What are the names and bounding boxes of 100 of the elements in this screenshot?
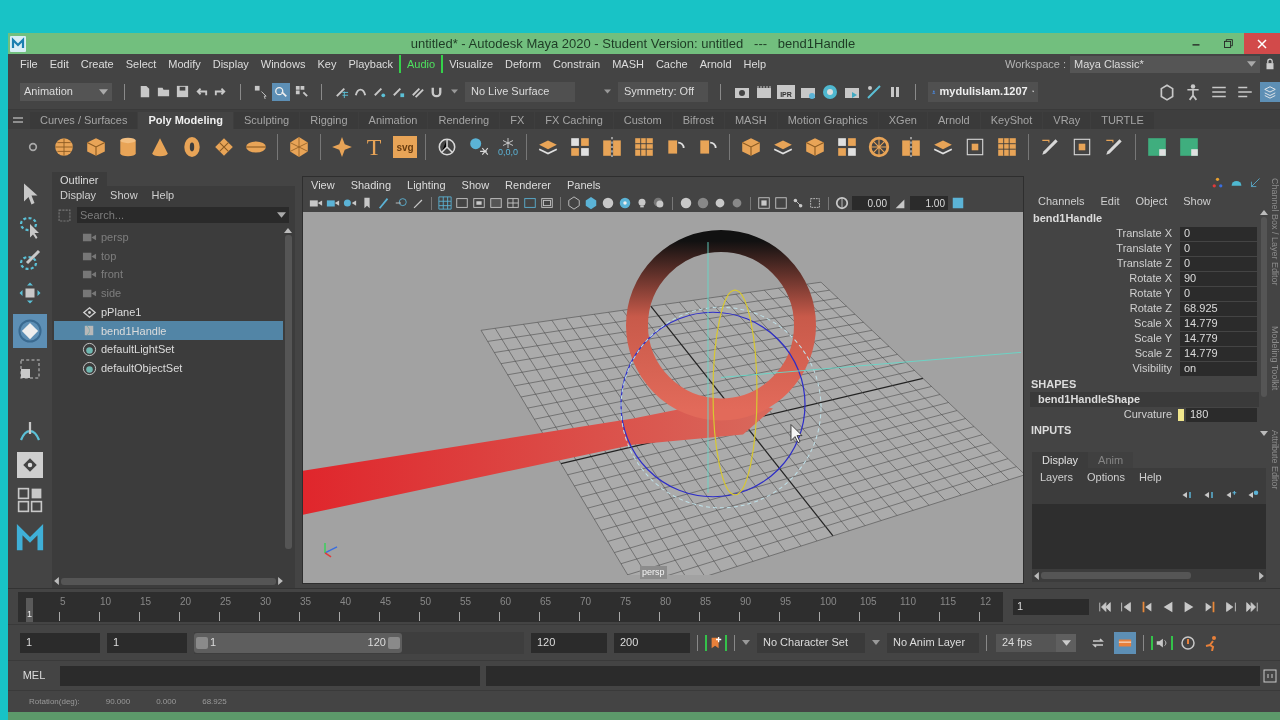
menu-item[interactable]: Visualize bbox=[443, 54, 499, 74]
search-field[interactable]: Search... bbox=[77, 207, 289, 223]
channel-value-field[interactable]: 14.779 bbox=[1180, 346, 1257, 361]
step-back-icon[interactable] bbox=[1118, 599, 1134, 614]
ambient-occlusion-icon[interactable] bbox=[679, 196, 693, 210]
xray-joints-icon[interactable] bbox=[791, 196, 805, 210]
uv-editor-icon[interactable] bbox=[1146, 136, 1169, 158]
grid-icon[interactable] bbox=[996, 136, 1019, 158]
cylinder-icon[interactable] bbox=[117, 136, 139, 158]
shadows-icon[interactable] bbox=[652, 196, 666, 210]
playback-end-field[interactable]: 120 bbox=[531, 632, 607, 653]
save-icon[interactable] bbox=[175, 84, 190, 99]
xray-icon[interactable] bbox=[774, 196, 788, 210]
shelf-tab[interactable]: TURTLE bbox=[1091, 112, 1154, 129]
menu-item[interactable]: File bbox=[14, 54, 44, 74]
type-tool-button[interactable]: T bbox=[361, 134, 387, 160]
channel-value-field[interactable]: 14.779 bbox=[1180, 316, 1257, 331]
gizmo-icon[interactable] bbox=[436, 136, 458, 158]
playback-start-field[interactable]: 1 bbox=[107, 632, 187, 653]
shelf-tab[interactable]: XGen bbox=[878, 112, 927, 129]
exposure-icon[interactable] bbox=[835, 196, 849, 210]
expand-icon[interactable] bbox=[1249, 175, 1262, 189]
wireframe-icon[interactable] bbox=[567, 196, 581, 210]
menu-item[interactable]: Channels bbox=[1038, 192, 1085, 210]
shelf-settings-icon[interactable] bbox=[28, 142, 38, 152]
channel-value-field[interactable]: 0 bbox=[1180, 241, 1257, 256]
channel-value-field[interactable]: 90 bbox=[1180, 271, 1257, 286]
dropdown-arrow-icon[interactable] bbox=[604, 89, 611, 94]
origin-label[interactable]: 0,0,0 bbox=[498, 147, 519, 157]
move-layer-down-icon[interactable] bbox=[1202, 489, 1216, 501]
dropdown-arrow-icon[interactable] bbox=[277, 212, 286, 218]
menu-item[interactable]: Windows bbox=[254, 54, 312, 74]
menu-item[interactable]: Create bbox=[74, 54, 120, 74]
panel-tab[interactable]: Outliner bbox=[52, 172, 107, 186]
gate-mask-icon[interactable] bbox=[489, 196, 503, 210]
gamma-field[interactable]: 1.00 bbox=[910, 196, 948, 210]
menu-item[interactable]: Help bbox=[737, 54, 773, 74]
node-graph-icon[interactable] bbox=[1211, 175, 1224, 189]
fill-hole-icon[interactable] bbox=[836, 136, 859, 158]
shelf-menu-icon[interactable] bbox=[12, 114, 24, 126]
channel-value-field[interactable]: 0 bbox=[1180, 256, 1257, 271]
shelf-tab[interactable]: Rendering bbox=[428, 112, 500, 129]
move-tool-icon[interactable] bbox=[18, 281, 42, 305]
extrude-icon[interactable] bbox=[740, 136, 763, 158]
scroll-right-arrow-icon[interactable] bbox=[278, 577, 283, 585]
workspace-dropdown[interactable]: Maya Classic* bbox=[1070, 55, 1260, 73]
safe-title-icon[interactable] bbox=[540, 196, 554, 210]
shelf-tab[interactable]: FX bbox=[500, 112, 535, 129]
set-icon[interactable] bbox=[82, 341, 97, 357]
shelf-tab[interactable]: Bifrost bbox=[672, 112, 724, 129]
menu-item[interactable]: Show bbox=[461, 177, 490, 194]
new-layer-selected-icon[interactable] bbox=[1246, 489, 1260, 501]
sphere-icon[interactable] bbox=[53, 136, 75, 158]
channel-value-field[interactable]: 14.779 bbox=[1180, 331, 1257, 346]
close-button[interactable] bbox=[1244, 33, 1280, 54]
grid-icon[interactable] bbox=[438, 196, 452, 210]
motion-blur-icon[interactable] bbox=[696, 196, 710, 210]
scroll-up-arrow-icon[interactable] bbox=[1259, 210, 1268, 215]
menu-item[interactable]: Help bbox=[1138, 468, 1162, 486]
menu-item[interactable]: Modify bbox=[162, 54, 207, 74]
dropdown-arrow-icon[interactable] bbox=[1061, 639, 1071, 646]
scrollbar-thumb[interactable] bbox=[1041, 572, 1191, 579]
modeling-toolkit-toggle-icon[interactable] bbox=[1158, 82, 1176, 101]
anim-layer-dropdown[interactable]: No Anim Layer bbox=[887, 632, 979, 653]
live-surface-field[interactable]: No Live Surface bbox=[465, 81, 575, 102]
shelf-tab[interactable]: Curves / Surfaces bbox=[30, 112, 138, 129]
range-bar[interactable] bbox=[194, 632, 402, 653]
shelf-tab[interactable]: Sculpting bbox=[234, 112, 300, 129]
command-language-label[interactable]: MEL bbox=[8, 667, 60, 684]
split-icon[interactable] bbox=[601, 136, 624, 158]
outliner-item[interactable]: defaultObjectSet bbox=[54, 358, 283, 378]
shelf-tab[interactable]: Motion Graphics bbox=[777, 112, 878, 129]
shaded-wire-icon[interactable] bbox=[601, 196, 615, 210]
shelf-tab[interactable]: Animation bbox=[358, 112, 428, 129]
script-editor-icon[interactable] bbox=[1262, 667, 1278, 684]
channel-value-field[interactable]: on bbox=[1180, 361, 1257, 376]
image-plane-icon[interactable] bbox=[377, 196, 391, 210]
menu-item[interactable]: Display bbox=[60, 186, 97, 204]
character-icon[interactable] bbox=[1203, 634, 1219, 651]
move-layer-up-icon[interactable] bbox=[1180, 489, 1194, 501]
outliner-item[interactable]: defaultLightSet bbox=[54, 340, 283, 359]
step-forward-icon[interactable] bbox=[1223, 599, 1239, 614]
mesh-icon[interactable] bbox=[82, 304, 97, 320]
set-icon[interactable] bbox=[82, 360, 97, 376]
menu-item[interactable]: Lighting bbox=[407, 177, 446, 194]
shelf-tab[interactable]: KeyShot bbox=[980, 112, 1043, 129]
hypershade-icon[interactable] bbox=[821, 83, 839, 100]
anti-alias-icon[interactable] bbox=[713, 196, 727, 210]
scrollbar-thumb[interactable] bbox=[284, 235, 292, 549]
menu-item[interactable]: Display bbox=[206, 54, 255, 74]
menu-item[interactable]: Help bbox=[151, 186, 175, 204]
current-frame-field[interactable]: 1 bbox=[1013, 598, 1089, 615]
menu-item[interactable]: Edit bbox=[1100, 192, 1120, 210]
xray-components-icon[interactable] bbox=[808, 196, 822, 210]
outliner-item[interactable]: pPlane1 bbox=[54, 302, 283, 322]
menu-item[interactable]: View bbox=[311, 177, 335, 194]
lasso-tool-icon[interactable] bbox=[18, 215, 42, 239]
film-gate-icon[interactable] bbox=[455, 196, 469, 210]
start-frame-field[interactable]: 1 bbox=[20, 632, 100, 653]
shelf-tab[interactable]: VRay bbox=[1043, 112, 1091, 129]
